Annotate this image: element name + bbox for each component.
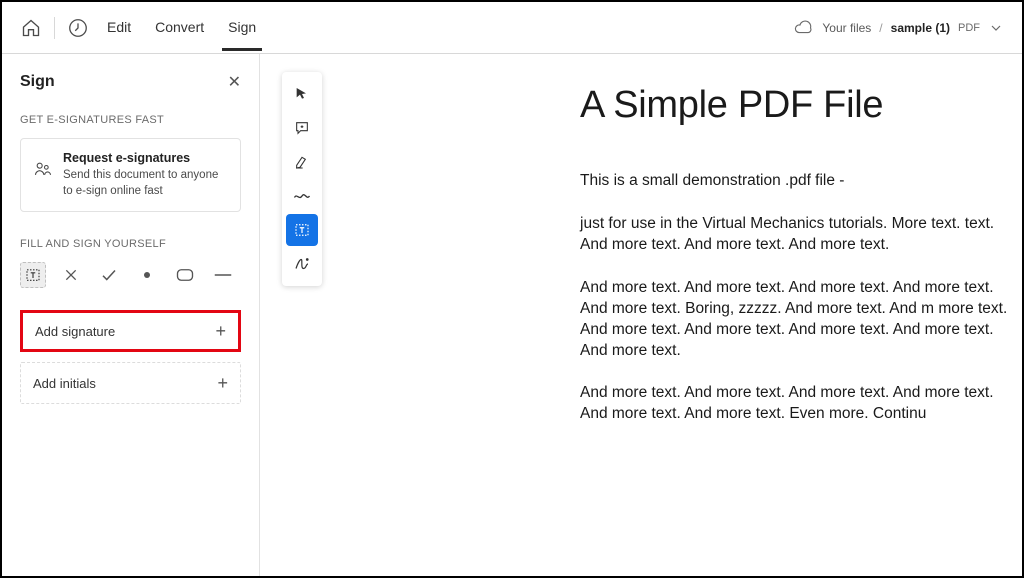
breadcrumb-file[interactable]: sample (1) bbox=[891, 21, 950, 35]
textbox-tool-icon[interactable] bbox=[286, 214, 318, 246]
cloud-icon bbox=[794, 19, 812, 37]
sign-panel: Sign ✕ GET E-SIGNATURES FAST Request e-s… bbox=[2, 54, 260, 576]
tool-x-icon[interactable] bbox=[58, 262, 84, 288]
tab-sign[interactable]: Sign bbox=[222, 4, 262, 51]
add-initials-label: Add initials bbox=[33, 376, 96, 391]
doc-paragraph: This is a small demonstration .pdf file … bbox=[580, 171, 1022, 192]
select-tool-icon[interactable] bbox=[286, 78, 318, 110]
add-initials-button[interactable]: Add initials + bbox=[20, 362, 241, 404]
close-icon[interactable]: ✕ bbox=[228, 72, 241, 92]
floating-toolbox bbox=[282, 72, 322, 286]
add-signature-button[interactable]: Add signature + bbox=[20, 310, 241, 352]
tool-line-icon[interactable] bbox=[210, 262, 236, 288]
topbar: Edit Convert Sign Your files / sample (1… bbox=[2, 2, 1022, 54]
document-content: A Simple PDF File This is a small demons… bbox=[480, 84, 1022, 447]
tool-check-icon[interactable] bbox=[96, 262, 122, 288]
section-esign-label: GET E-SIGNATURES FAST bbox=[20, 114, 241, 126]
add-signature-label: Add signature bbox=[35, 324, 115, 339]
separator bbox=[54, 17, 55, 39]
breadcrumb: Your files / sample (1) PDF bbox=[794, 19, 1004, 37]
tool-dot-icon[interactable] bbox=[134, 262, 160, 288]
tool-rounded-rect-icon[interactable] bbox=[172, 262, 198, 288]
document-canvas[interactable]: A Simple PDF File This is a small demons… bbox=[260, 54, 1022, 576]
plus-icon: + bbox=[215, 321, 226, 342]
highlight-tool-icon[interactable] bbox=[286, 146, 318, 178]
comment-tool-icon[interactable] bbox=[286, 112, 318, 144]
doc-title: A Simple PDF File bbox=[580, 84, 1022, 127]
request-title: Request e-signatures bbox=[63, 151, 228, 165]
content: Sign ✕ GET E-SIGNATURES FAST Request e-s… bbox=[2, 54, 1022, 576]
breadcrumb-sep: / bbox=[879, 21, 882, 35]
sign-tool-icon[interactable] bbox=[286, 248, 318, 280]
topbar-left: Edit Convert Sign bbox=[20, 4, 262, 51]
section-fill-label: FILL AND SIGN YOURSELF bbox=[20, 238, 241, 250]
chevron-down-icon[interactable] bbox=[988, 20, 1004, 36]
navigate-history-icon[interactable] bbox=[67, 17, 89, 39]
breadcrumb-root[interactable]: Your files bbox=[822, 21, 871, 35]
doc-paragraph: just for use in the Virtual Mechanics tu… bbox=[580, 214, 1022, 256]
users-icon bbox=[33, 159, 53, 179]
breadcrumb-type: PDF bbox=[958, 22, 980, 34]
doc-paragraph: And more text. And more text. And more t… bbox=[580, 278, 1022, 362]
draw-tool-icon[interactable] bbox=[286, 180, 318, 212]
tool-textbox-icon[interactable] bbox=[20, 262, 46, 288]
tab-convert[interactable]: Convert bbox=[149, 4, 210, 51]
app-window: Edit Convert Sign Your files / sample (1… bbox=[0, 0, 1024, 578]
plus-icon: + bbox=[217, 373, 228, 394]
request-esignatures-card[interactable]: Request e-signatures Send this document … bbox=[20, 138, 241, 212]
fill-tool-row bbox=[20, 262, 241, 288]
panel-title: Sign bbox=[20, 73, 55, 91]
request-desc: Send this document to anyone to e-sign o… bbox=[63, 168, 228, 199]
doc-paragraph: And more text. And more text. And more t… bbox=[580, 383, 1022, 425]
tab-edit[interactable]: Edit bbox=[101, 4, 137, 51]
panel-header: Sign ✕ bbox=[20, 72, 241, 92]
home-icon[interactable] bbox=[20, 17, 42, 39]
